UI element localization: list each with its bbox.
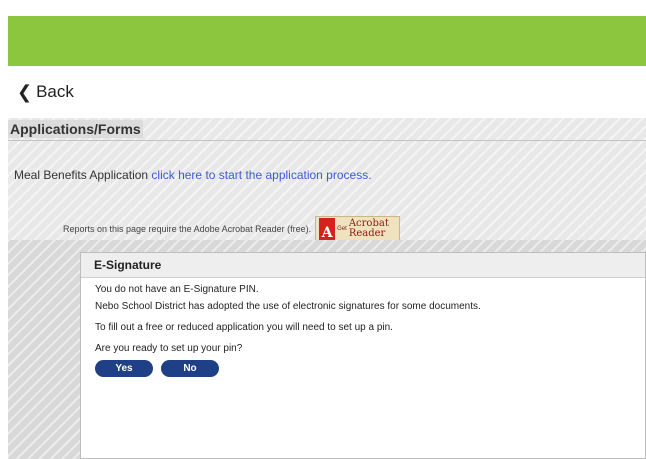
dialog-buttons: Yes No	[95, 360, 645, 377]
yes-button[interactable]: Yes	[95, 360, 153, 377]
dialog-line-adopted: Nebo School District has adopted the use…	[95, 301, 481, 312]
reports-text: Reports on this page require the Adobe A…	[63, 224, 312, 234]
adobe-get-label: Get	[337, 226, 347, 232]
get-acrobat-reader-badge[interactable]: A Get Acrobat Reader	[315, 216, 401, 242]
acrobat-reader-wordmark: Acrobat Reader	[349, 219, 389, 239]
dialog-title: E-Signature	[81, 253, 645, 278]
e-signature-dialog: E-Signature You do not have an E-Signatu…	[80, 252, 646, 459]
meal-benefits-row: Meal Benefits Application click here to …	[14, 168, 372, 182]
reader-label: Reader	[348, 228, 386, 239]
start-application-link[interactable]: click here to start the application proc…	[151, 168, 371, 182]
divider	[8, 140, 646, 141]
meal-benefits-label: Meal Benefits Application	[14, 168, 152, 182]
dialog-line-question: Are you ready to set up your pin?	[95, 343, 243, 354]
dialog-body: You do not have an E-Signature PIN. Nebo…	[81, 278, 645, 377]
section-title: Applications/Forms	[8, 120, 143, 138]
chevron-left-icon: ❮	[17, 82, 33, 102]
back-label: Back	[36, 82, 74, 101]
adobe-logo-icon: A	[319, 218, 336, 240]
no-button[interactable]: No	[161, 360, 219, 377]
dialog-line-no-pin: You do not have an E-Signature PIN.	[95, 284, 259, 295]
back-button[interactable]: ❮ Back	[17, 80, 74, 104]
reports-note: Reports on this page require the Adobe A…	[63, 216, 401, 242]
dialog-line-instructions: To fill out a free or reduced applicatio…	[95, 322, 393, 333]
top-strip	[0, 0, 646, 16]
app-header-bar	[8, 16, 646, 66]
